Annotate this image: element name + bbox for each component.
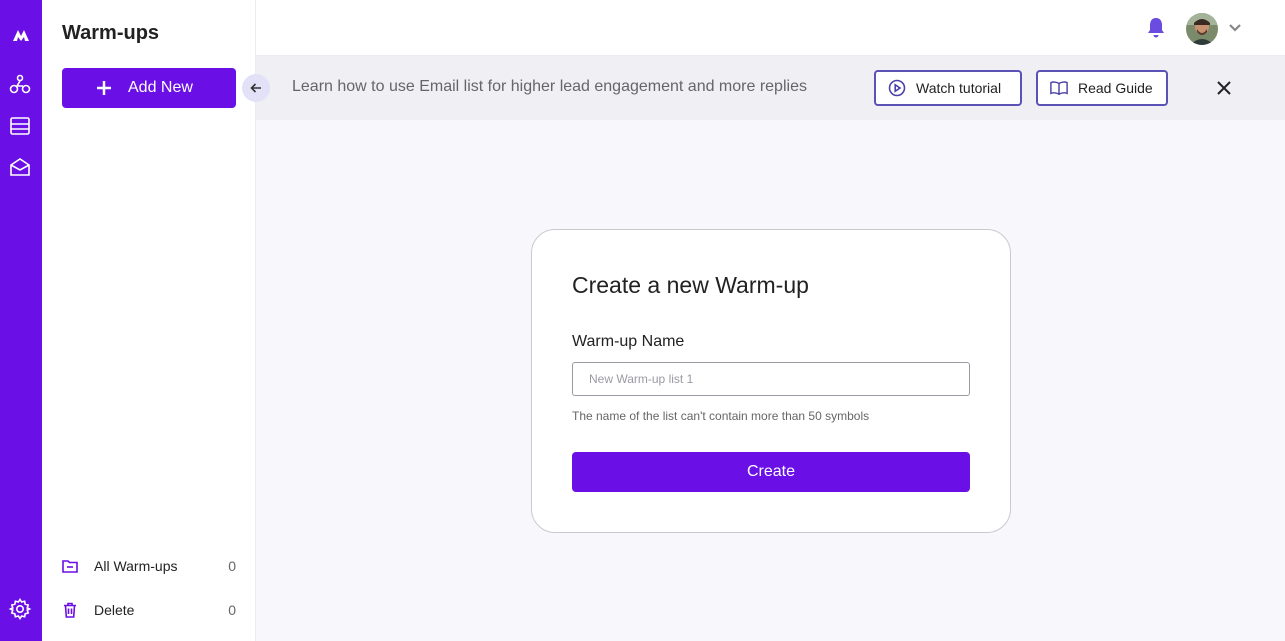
bell-icon[interactable] <box>1144 16 1168 40</box>
watch-tutorial-label: Watch tutorial <box>916 80 1002 96</box>
folder-icon <box>62 558 78 574</box>
card-title: Create a new Warm-up <box>572 272 809 298</box>
play-circle-icon <box>888 79 906 97</box>
add-new-button[interactable]: Add New <box>62 68 236 108</box>
mailbox-icon[interactable] <box>8 155 32 179</box>
list-icon[interactable] <box>8 114 32 138</box>
sidebar-title: Warm-ups <box>62 22 160 44</box>
plus-icon <box>96 80 112 96</box>
sidebar-item-delete[interactable]: Delete 0 <box>62 598 236 622</box>
sidebar-item-label: Delete <box>94 602 135 618</box>
sidebar-item-all-warmups[interactable]: All Warm-ups 0 <box>62 554 236 578</box>
collapse-sidebar-button[interactable] <box>242 74 270 102</box>
logo-icon[interactable] <box>9 23 33 47</box>
trash-icon <box>62 602 78 618</box>
watch-tutorial-button[interactable]: Watch tutorial <box>874 70 1022 106</box>
banner-text: Learn how to use Email list for higher l… <box>292 78 807 95</box>
warmup-name-input[interactable] <box>572 362 970 396</box>
sidebar-item-count: 0 <box>228 602 236 618</box>
tutorial-banner: Learn how to use Email list for higher l… <box>256 56 1285 120</box>
warmup-name-label: Warm-up Name <box>572 333 685 350</box>
top-bar <box>256 0 1285 56</box>
warmup-name-hint: The name of the list can't contain more … <box>572 409 870 423</box>
sidebar-item-count: 0 <box>228 558 236 574</box>
create-button[interactable]: Create <box>572 452 970 492</box>
read-guide-label: Read Guide <box>1078 80 1153 96</box>
sidebar-item-label: All Warm-ups <box>94 558 178 574</box>
add-new-label: Add New <box>128 79 193 96</box>
read-guide-button[interactable]: Read Guide <box>1036 70 1168 106</box>
warmup-people-icon[interactable] <box>8 72 32 96</box>
close-icon[interactable] <box>1214 78 1234 98</box>
book-icon <box>1050 79 1068 97</box>
create-warmup-card: Create a new Warm-up Warm-up Name The na… <box>531 229 1011 533</box>
chevron-down-icon[interactable] <box>1226 19 1244 37</box>
warmups-sidebar: Warm-ups Add New All Warm-ups 0 Delete 0 <box>42 0 256 641</box>
settings-icon[interactable] <box>8 597 32 621</box>
avatar[interactable] <box>1186 13 1218 45</box>
icon-rail <box>0 0 42 641</box>
